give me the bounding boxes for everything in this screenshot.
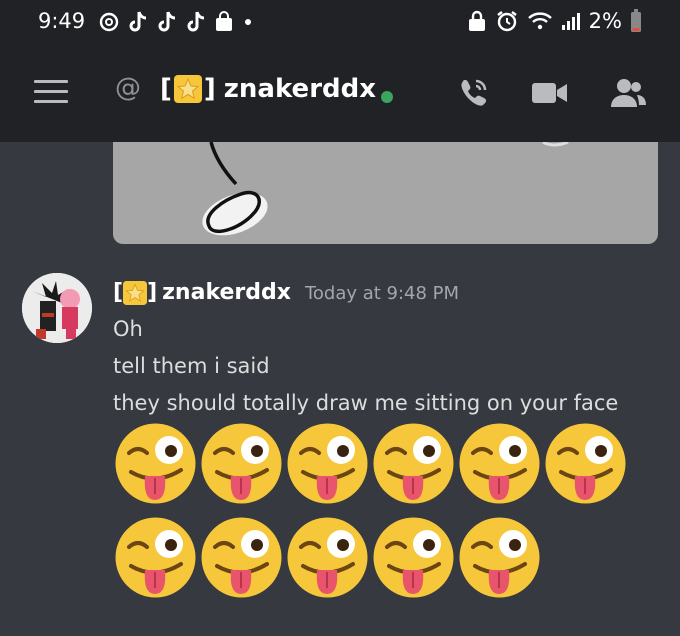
- emoji-row: [113, 420, 633, 507]
- signal-icon: [561, 13, 580, 30]
- zany-face-emoji[interactable]: [113, 514, 198, 601]
- zany-face-emoji[interactable]: [285, 514, 370, 601]
- tiktok-icon: [187, 11, 205, 32]
- author-bracket-close: ]: [147, 280, 158, 305]
- author-name: znakerddx: [162, 280, 291, 305]
- message-line: tell them i said: [113, 354, 270, 378]
- shopping-bag-icon: [216, 11, 232, 31]
- battery-icon: [631, 9, 641, 32]
- at-icon: @: [115, 73, 141, 103]
- zany-face-emoji[interactable]: [457, 514, 542, 601]
- message-line: Oh: [113, 317, 143, 341]
- star-emoji: [173, 75, 202, 103]
- message-line: they should totally draw me sitting on y…: [113, 391, 619, 415]
- channel-title[interactable]: [ ] znakerddx: [160, 74, 376, 104]
- zany-face-emoji[interactable]: [543, 420, 628, 507]
- battery-level: 2%: [588, 9, 622, 33]
- sketch-drawing: [202, 142, 569, 236]
- zany-face-emoji[interactable]: [457, 420, 542, 507]
- message-header: [ ] znakerddx Today at 9:48 PM: [113, 280, 459, 305]
- emoji-grid: [113, 420, 633, 608]
- zany-face-emoji[interactable]: [113, 420, 198, 507]
- avatar-image: [22, 273, 92, 343]
- threads-icon: [99, 12, 119, 32]
- video-icon[interactable]: [530, 75, 570, 111]
- dot-icon: [245, 19, 251, 25]
- alarm-icon: [496, 11, 517, 32]
- tiktok-icon: [158, 11, 176, 32]
- message-author[interactable]: [ ] znakerddx: [113, 280, 291, 305]
- zany-face-emoji[interactable]: [199, 420, 284, 507]
- wifi-icon: [527, 12, 552, 30]
- zany-face-emoji[interactable]: [371, 514, 456, 601]
- channel-header: @ [ ] znakerddx: [0, 44, 680, 142]
- bracket-close: ]: [203, 74, 216, 104]
- status-time: 9:49: [38, 9, 86, 33]
- lock-icon: [468, 10, 485, 31]
- zany-face-emoji[interactable]: [199, 514, 284, 601]
- message-timestamp: Today at 9:48 PM: [304, 283, 460, 304]
- star-emoji: [123, 280, 148, 305]
- members-icon[interactable]: [607, 75, 647, 111]
- channel-username: znakerddx: [223, 74, 377, 104]
- avatar[interactable]: [22, 273, 92, 343]
- image-attachment[interactable]: [113, 142, 658, 244]
- bracket-open: [: [160, 74, 172, 104]
- status-bar: 9:49 2%: [0, 0, 680, 44]
- author-bracket-open: [: [113, 280, 124, 305]
- notification-icons: [98, 10, 255, 34]
- online-status-dot: [381, 91, 393, 103]
- zany-face-emoji[interactable]: [285, 420, 370, 507]
- system-icons: 2%: [467, 9, 642, 33]
- emoji-row: [113, 514, 633, 601]
- menu-icon[interactable]: [34, 80, 68, 106]
- zany-face-emoji[interactable]: [371, 420, 456, 507]
- tiktok-icon: [129, 11, 147, 32]
- call-icon[interactable]: [455, 75, 491, 111]
